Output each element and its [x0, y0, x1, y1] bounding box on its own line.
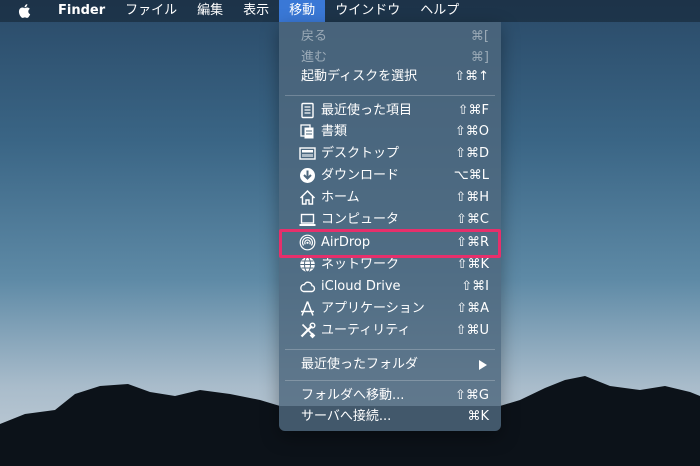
menu-bar: Finder ファイル 編集 表示 移動 ウインドウ ヘルプ	[0, 0, 700, 22]
menu-edit[interactable]: 編集	[187, 0, 233, 22]
menu-item-icloud-drive[interactable]: iCloud Drive ⇧⌘I	[279, 276, 501, 297]
utilities-icon	[300, 322, 316, 339]
cloud-icon	[300, 281, 316, 293]
menu-item-applications[interactable]: アプリケーション ⇧⌘A	[279, 298, 501, 319]
menu-item-recent-folders[interactable]: 最近使ったフォルダ	[279, 354, 501, 375]
submenu-arrow-icon	[479, 360, 487, 370]
menu-item-recents[interactable]: 最近使った項目 ⇧⌘F	[279, 100, 501, 121]
menu-window[interactable]: ウインドウ	[325, 0, 410, 22]
airdrop-highlight-box	[279, 229, 501, 258]
menu-file[interactable]: ファイル	[115, 0, 187, 22]
menu-item-desktop[interactable]: デスクトップ ⇧⌘D	[279, 143, 501, 164]
menu-item-startup-disk[interactable]: 起動ディスクを選択 ⇧⌘↑	[279, 66, 501, 87]
menu-separator	[285, 380, 495, 381]
network-icon	[300, 256, 315, 273]
menu-item-documents[interactable]: 書類 ⇧⌘O	[279, 121, 501, 142]
menu-go[interactable]: 移動	[279, 0, 326, 22]
menu-separator	[285, 349, 495, 350]
apple-logo-icon[interactable]	[16, 2, 34, 20]
go-menu-dropdown: 戻る ⌘[ 進む ⌘] 起動ディスクを選択 ⇧⌘↑ 最近使った項目 ⇧⌘F 書類…	[279, 22, 501, 431]
home-icon	[299, 189, 316, 205]
menu-item-forward[interactable]: 進む ⌘]	[279, 47, 501, 68]
menu-view[interactable]: 表示	[233, 0, 279, 22]
menu-item-downloads[interactable]: ダウンロード ⌥⌘L	[279, 165, 501, 186]
menu-item-connect-server[interactable]: サーバへ接続... ⌘K	[279, 406, 501, 427]
menu-item-computer[interactable]: コンピュータ ⇧⌘C	[279, 209, 501, 230]
applications-icon	[301, 301, 314, 316]
documents-icon	[300, 124, 314, 139]
recents-icon	[301, 102, 314, 119]
menu-item-utilities[interactable]: ユーティリティ ⇧⌘U	[279, 320, 501, 341]
computer-icon	[299, 213, 316, 226]
menu-item-home[interactable]: ホーム ⇧⌘H	[279, 187, 501, 208]
menu-separator	[285, 95, 495, 96]
menu-finder[interactable]: Finder	[46, 0, 115, 22]
menu-item-back[interactable]: 戻る ⌘[	[279, 26, 501, 47]
desktop-icon	[299, 147, 316, 160]
menu-help[interactable]: ヘルプ	[410, 0, 469, 22]
menu-item-go-to-folder[interactable]: フォルダへ移動... ⇧⌘G	[279, 385, 501, 406]
download-icon	[300, 168, 315, 183]
